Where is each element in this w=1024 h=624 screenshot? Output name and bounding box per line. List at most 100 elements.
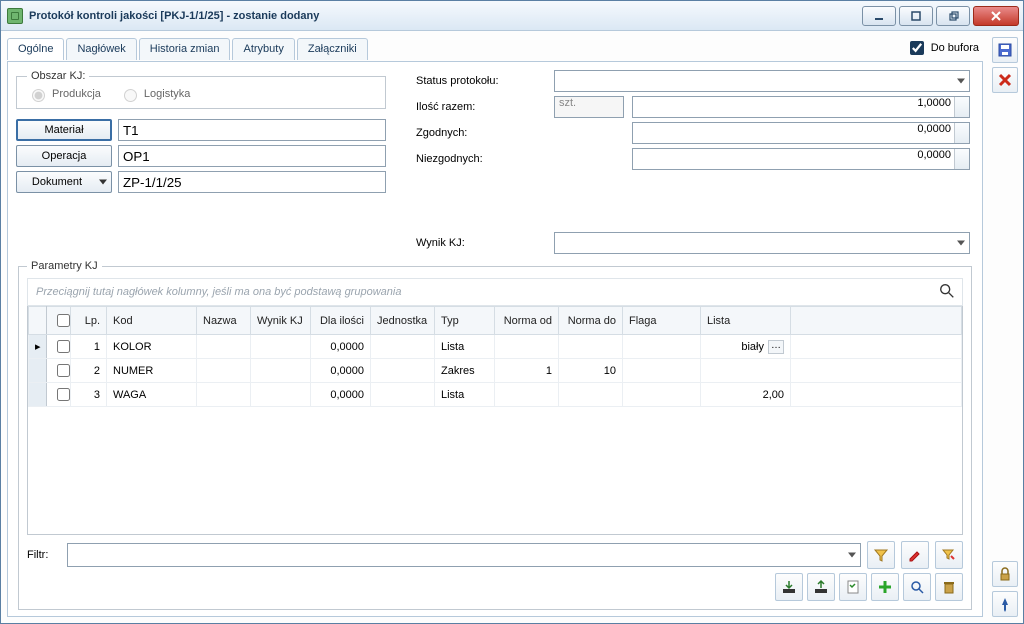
col-extra: [791, 307, 962, 335]
cell-lp: 1: [71, 335, 107, 359]
obszar-radio-logistyka[interactable]: Logistyka: [119, 86, 190, 102]
row-checkbox[interactable]: [47, 359, 71, 383]
tab-historia-zmian[interactable]: Historia zmian: [139, 38, 231, 60]
minimize-button[interactable]: [862, 6, 896, 26]
cell-dla: 0,0000: [311, 383, 371, 407]
col-od[interactable]: Norma od: [495, 307, 559, 335]
niezgodnych-value[interactable]: 0,0000: [632, 148, 970, 170]
obszar-legend: Obszar KJ:: [27, 70, 89, 82]
save-button[interactable]: [992, 37, 1018, 63]
left-column: Obszar KJ: Produkcja Logistyka: [16, 70, 386, 254]
restore-button[interactable]: [936, 6, 970, 26]
cell-nazwa: [197, 383, 251, 407]
table-row[interactable]: 3WAGA0,0000Lista2,00: [29, 383, 962, 407]
tab-panel: Obszar KJ: Produkcja Logistyka: [7, 61, 983, 617]
row-checkbox[interactable]: [47, 383, 71, 407]
zgodnych-value[interactable]: 0,0000: [632, 122, 970, 144]
maximize-button[interactable]: [899, 6, 933, 26]
material-button[interactable]: Materiał: [16, 119, 112, 141]
zgodnych-label: Zgodnych:: [416, 127, 546, 139]
filter-edit-button[interactable]: [901, 541, 929, 569]
group-hint-bar[interactable]: Przeciągnij tutaj nagłówek kolumny, jeśl…: [27, 278, 963, 306]
lock-button[interactable]: [992, 561, 1018, 587]
tool-import-button[interactable]: [775, 573, 803, 601]
table-row[interactable]: 2NUMER0,0000Zakres110: [29, 359, 962, 383]
col-kod[interactable]: Kod: [107, 307, 197, 335]
cell-flaga: [623, 335, 701, 359]
tab-ogolne[interactable]: Ogólne: [7, 38, 64, 60]
wynik-select[interactable]: [554, 232, 970, 254]
col-lp[interactable]: Lp.: [71, 307, 107, 335]
right-column: Status protokołu: Ilość razem: szt. 1,00…: [416, 70, 974, 254]
grid-header-row: Lp. Kod Nazwa Wynik KJ Dla ilości Jednos…: [29, 307, 962, 335]
tabs-row: Ogólne Nagłówek Historia zmian Atrybuty …: [7, 35, 983, 61]
cell-extra: [791, 335, 962, 359]
radio-produkcja[interactable]: [32, 89, 45, 102]
close-button[interactable]: [973, 6, 1019, 26]
bottom-toolbar: [27, 573, 963, 601]
cell-typ: Zakres: [435, 359, 495, 383]
tab-zalaczniki[interactable]: Załączniki: [297, 38, 368, 60]
tool-export-button[interactable]: [807, 573, 835, 601]
col-lista[interactable]: Lista: [701, 307, 791, 335]
col-typ[interactable]: Typ: [435, 307, 495, 335]
window-buttons: [859, 6, 1023, 26]
dokument-input[interactable]: [118, 171, 386, 193]
cell-wynik: [251, 335, 311, 359]
col-checkbox[interactable]: [47, 307, 71, 335]
tool-delete-button[interactable]: [935, 573, 963, 601]
row-checkbox[interactable]: [47, 335, 71, 359]
cell-kod: KOLOR: [107, 335, 197, 359]
tab-naglowek[interactable]: Nagłówek: [66, 38, 136, 60]
status-label: Status protokołu:: [416, 75, 546, 87]
cancel-button[interactable]: [992, 67, 1018, 93]
cell-dla: 0,0000: [311, 359, 371, 383]
niezgodnych-label: Niezgodnych:: [416, 153, 546, 165]
bufor-checkbox[interactable]: [910, 41, 924, 55]
app-window: Protokół kontroli jakości [PKJ-1/1/25] -…: [0, 0, 1024, 624]
ilosc-value[interactable]: 1,0000: [632, 96, 970, 118]
col-flaga[interactable]: Flaga: [623, 307, 701, 335]
cell-od: [495, 383, 559, 407]
pin-button[interactable]: [992, 591, 1018, 617]
col-do[interactable]: Norma do: [559, 307, 623, 335]
filter-funnel-edit-button[interactable]: [935, 541, 963, 569]
search-icon[interactable]: [938, 282, 956, 303]
params-legend: Parametry KJ: [27, 260, 102, 272]
right-toolbar: [989, 31, 1023, 623]
filter-select[interactable]: [67, 543, 861, 567]
cell-lista[interactable]: 2,00: [701, 383, 791, 407]
cell-lp: 3: [71, 383, 107, 407]
cell-jedn: [371, 335, 435, 359]
tab-atrybuty[interactable]: Atrybuty: [232, 38, 294, 60]
operacja-button[interactable]: Operacja: [16, 145, 112, 167]
tool-checklist-button[interactable]: [839, 573, 867, 601]
group-hint-text: Przeciągnij tutaj nagłówek kolumny, jeśl…: [36, 286, 401, 298]
bufor-checkbox-wrap[interactable]: Do bufora: [906, 38, 983, 58]
col-dla[interactable]: Dla ilości: [311, 307, 371, 335]
cell-lista[interactable]: biały…: [701, 335, 791, 359]
material-input[interactable]: [118, 119, 386, 141]
bufor-label: Do bufora: [931, 42, 979, 54]
dokument-button[interactable]: Dokument: [16, 171, 112, 193]
tool-add-button[interactable]: [871, 573, 899, 601]
cell-do: 10: [559, 359, 623, 383]
app-icon: [7, 8, 23, 24]
cell-jedn: [371, 359, 435, 383]
obszar-radio-produkcja[interactable]: Produkcja: [27, 86, 101, 102]
col-nazwa[interactable]: Nazwa: [197, 307, 251, 335]
ellipsis-button[interactable]: …: [768, 340, 784, 354]
operacja-input[interactable]: [118, 145, 386, 167]
col-jedn[interactable]: Jednostka: [371, 307, 435, 335]
cell-kod: NUMER: [107, 359, 197, 383]
cell-lista[interactable]: [701, 359, 791, 383]
filter-funnel-button[interactable]: [867, 541, 895, 569]
table-row[interactable]: ▸1KOLOR0,0000Listabiały…: [29, 335, 962, 359]
col-rowmark: [29, 307, 47, 335]
params-grid: Lp. Kod Nazwa Wynik KJ Dla ilości Jednos…: [27, 306, 963, 535]
cell-kod: WAGA: [107, 383, 197, 407]
tool-search-button[interactable]: [903, 573, 931, 601]
col-wynik[interactable]: Wynik KJ: [251, 307, 311, 335]
radio-logistyka[interactable]: [124, 89, 137, 102]
status-select[interactable]: [554, 70, 970, 92]
